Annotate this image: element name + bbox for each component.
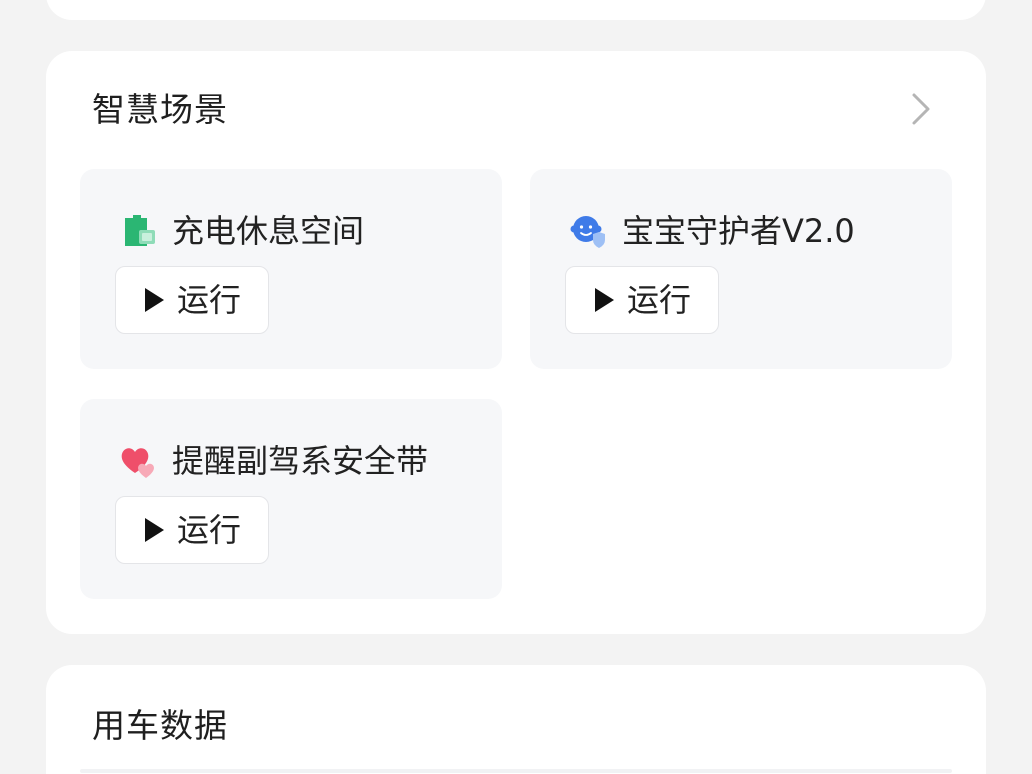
scene-tile-baby-guardian[interactable]: 宝宝守护者V2.0 运行 [530,169,952,369]
scene-name: 提醒副驾系安全带 [172,442,429,480]
chevron-right-icon [912,93,930,125]
run-button[interactable]: 运行 [565,266,719,334]
smart-scenes-title: 智慧场景 [92,90,228,129]
previous-card [46,0,986,20]
play-icon [593,287,615,313]
run-button-label: 运行 [626,281,691,319]
scene-header: 充电休息空间 [118,211,364,251]
scene-header: 宝宝守护者V2.0 [568,211,855,251]
smart-scenes-card: 智慧场景 充电休息空间 运行 宝宝守护者V2.0 运行 提醒副驾系安全带 运行 [46,51,986,634]
scene-name: 宝宝守护者V2.0 [622,212,855,250]
scene-name: 充电休息空间 [172,212,365,250]
run-button[interactable]: 运行 [115,496,269,564]
run-button-label: 运行 [176,511,241,549]
scene-tile-charging-rest[interactable]: 充电休息空间 运行 [80,169,502,369]
charging-rest-icon [118,211,158,251]
scene-header: 提醒副驾系安全带 [118,441,428,481]
page: 智慧场景 充电休息空间 运行 宝宝守护者V2.0 运行 提醒副驾系安全带 运行 … [0,0,1032,774]
vehicle-data-card: 用车数据 [46,665,986,774]
play-icon [143,517,165,543]
play-icon [143,287,165,313]
scene-tile-seatbelt-reminder[interactable]: 提醒副驾系安全带 运行 [80,399,502,599]
run-button[interactable]: 运行 [115,266,269,334]
smart-scenes-more-button[interactable] [906,89,936,129]
baby-guardian-icon [568,211,608,251]
vehicle-data-title: 用车数据 [92,706,228,745]
divider [80,769,952,773]
heart-icon [118,441,158,481]
run-button-label: 运行 [176,281,241,319]
